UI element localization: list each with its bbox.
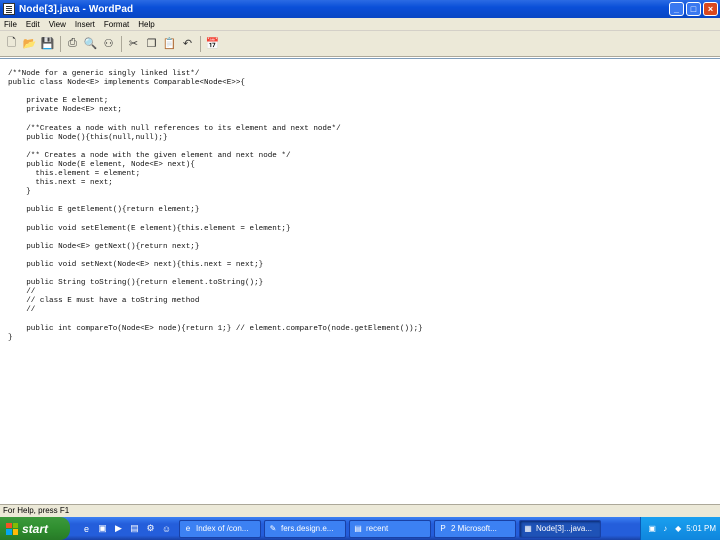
menu-insert[interactable]: Insert: [71, 20, 100, 29]
print-icon[interactable]: ⎙: [65, 36, 80, 51]
code-line: // class E must have a toString method: [8, 297, 200, 306]
paste-icon[interactable]: 📋: [162, 36, 177, 51]
code-line: this.next = next;: [8, 179, 113, 188]
windows-logo-icon: [6, 522, 18, 535]
undo-icon[interactable]: ↶: [180, 36, 195, 51]
system-tray: ▣ ♪ ◆ 5:01 PM: [640, 517, 720, 540]
taskbar-item-label: Node[3]...java...: [536, 524, 593, 533]
paint-icon: ✎: [269, 524, 277, 533]
desktop-icon[interactable]: ▣: [96, 522, 109, 535]
status-text: For Help, press F1: [3, 506, 70, 515]
menu-help[interactable]: Help: [134, 20, 159, 29]
powerpoint-icon: P: [440, 524, 446, 533]
code-line: /**Node for a generic singly linked list…: [8, 70, 200, 78]
code-line: //: [8, 288, 36, 297]
volume-icon[interactable]: ♪: [660, 524, 670, 534]
menu-edit[interactable]: Edit: [22, 20, 45, 29]
code-line: public String toString(){return element.…: [8, 279, 264, 288]
code-line: }: [8, 333, 13, 342]
folder-icon[interactable]: ▤: [128, 522, 141, 535]
code-line: public E getElement(){return element;}: [8, 206, 200, 215]
taskbar-item-label: Index of /con...: [196, 524, 249, 533]
taskbar: start e ▣ ▶ ▤ ⚙ ☺ e Index of /con... ✎ fers…: [0, 517, 720, 540]
wordpad-icon[interactable]: [3, 3, 15, 15]
toolbar-separator: [60, 35, 61, 52]
ie-icon[interactable]: e: [80, 522, 93, 535]
folder-icon: ▤: [354, 524, 362, 533]
menu-view[interactable]: View: [45, 20, 71, 29]
quick-launch: e ▣ ▶ ▤ ⚙ ☺: [80, 522, 173, 535]
network-icon[interactable]: ▣: [647, 524, 657, 534]
window-title: Node[3].java - WordPad: [19, 3, 134, 15]
code-line: private Node<E> next;: [8, 106, 122, 115]
save-icon[interactable]: 💾: [40, 36, 55, 51]
menu-file[interactable]: File: [0, 20, 22, 29]
status-bar: For Help, press F1: [0, 504, 720, 517]
new-icon[interactable]: 🗋: [4, 36, 19, 51]
title-bar: Node[3].java - WordPad _ □ ×: [0, 0, 720, 18]
messenger-icon[interactable]: ☺: [160, 522, 173, 535]
code-line: /**Creates a node with null references t…: [8, 124, 341, 133]
taskbar-item-label: 2 Microsoft...: [451, 524, 497, 533]
taskbar-item[interactable]: ▤ recent: [349, 519, 431, 538]
code-line: public Node(E element, Node<E> next){: [8, 160, 195, 169]
minimize-button[interactable]: _: [669, 2, 684, 16]
code-line: public Node(){this(null,null);}: [8, 133, 168, 142]
menu-format[interactable]: Format: [100, 20, 134, 29]
media-icon[interactable]: ▶: [112, 522, 125, 535]
code-line: public void setElement(E element){this.e…: [8, 224, 291, 233]
code-line: /** Creates a node with the given elemen…: [8, 151, 291, 160]
taskbar-item[interactable]: ▦ Node[3]...java...: [519, 519, 601, 538]
security-icon[interactable]: ◆: [673, 524, 683, 534]
taskbar-item[interactable]: P 2 Microsoft...: [434, 519, 516, 538]
code-line: private E element;: [8, 97, 109, 106]
code-line: this.element = element;: [8, 170, 141, 179]
browser-icon: e: [185, 524, 191, 533]
start-button[interactable]: start: [0, 517, 70, 540]
settings-icon[interactable]: ⚙: [144, 522, 157, 535]
start-label: start: [22, 521, 49, 536]
code-line: //: [8, 306, 36, 315]
taskbar-item[interactable]: ✎ fers.design.e...: [264, 519, 346, 538]
find-icon[interactable]: ⚇: [101, 36, 116, 51]
code-line: }: [8, 188, 31, 197]
menu-bar: File Edit View Insert Format Help: [0, 18, 720, 31]
close-button[interactable]: ×: [703, 2, 718, 16]
toolbar: 🗋 📂 💾 ⎙ 🔍 ⚇ ✂ ❐ 📋 ↶ 📅: [0, 31, 720, 57]
code-line: public class Node<E> implements Comparab…: [8, 79, 245, 88]
open-icon[interactable]: 📂: [22, 36, 37, 51]
taskbar-item[interactable]: e Index of /con...: [179, 519, 261, 538]
toolbar-separator: [121, 35, 122, 52]
code-line: public void setNext(Node<E> next){this.n…: [8, 260, 264, 269]
datetime-icon[interactable]: 📅: [205, 36, 220, 51]
task-list: e Index of /con... ✎ fers.design.e... ▤ recen…: [179, 519, 601, 538]
window-controls: _ □ ×: [669, 2, 718, 16]
print-preview-icon[interactable]: 🔍: [83, 36, 98, 51]
toolbar-separator: [200, 35, 201, 52]
copy-icon[interactable]: ❐: [144, 36, 159, 51]
maximize-button[interactable]: □: [686, 2, 701, 16]
taskbar-item-label: fers.design.e...: [281, 524, 334, 533]
clock[interactable]: 5:01 PM: [686, 524, 716, 533]
document-text[interactable]: /**Node for a generic singly linked list…: [8, 70, 423, 343]
code-line: public int compareTo(Node<E> node){retur…: [8, 324, 423, 333]
taskbar-item-label: recent: [366, 524, 389, 533]
code-line: public Node<E> getNext(){return next;}: [8, 242, 200, 251]
document-area[interactable]: /**Node for a generic singly linked list…: [0, 58, 720, 504]
cut-icon[interactable]: ✂: [126, 36, 141, 51]
wordpad-icon: ▦: [524, 524, 532, 533]
